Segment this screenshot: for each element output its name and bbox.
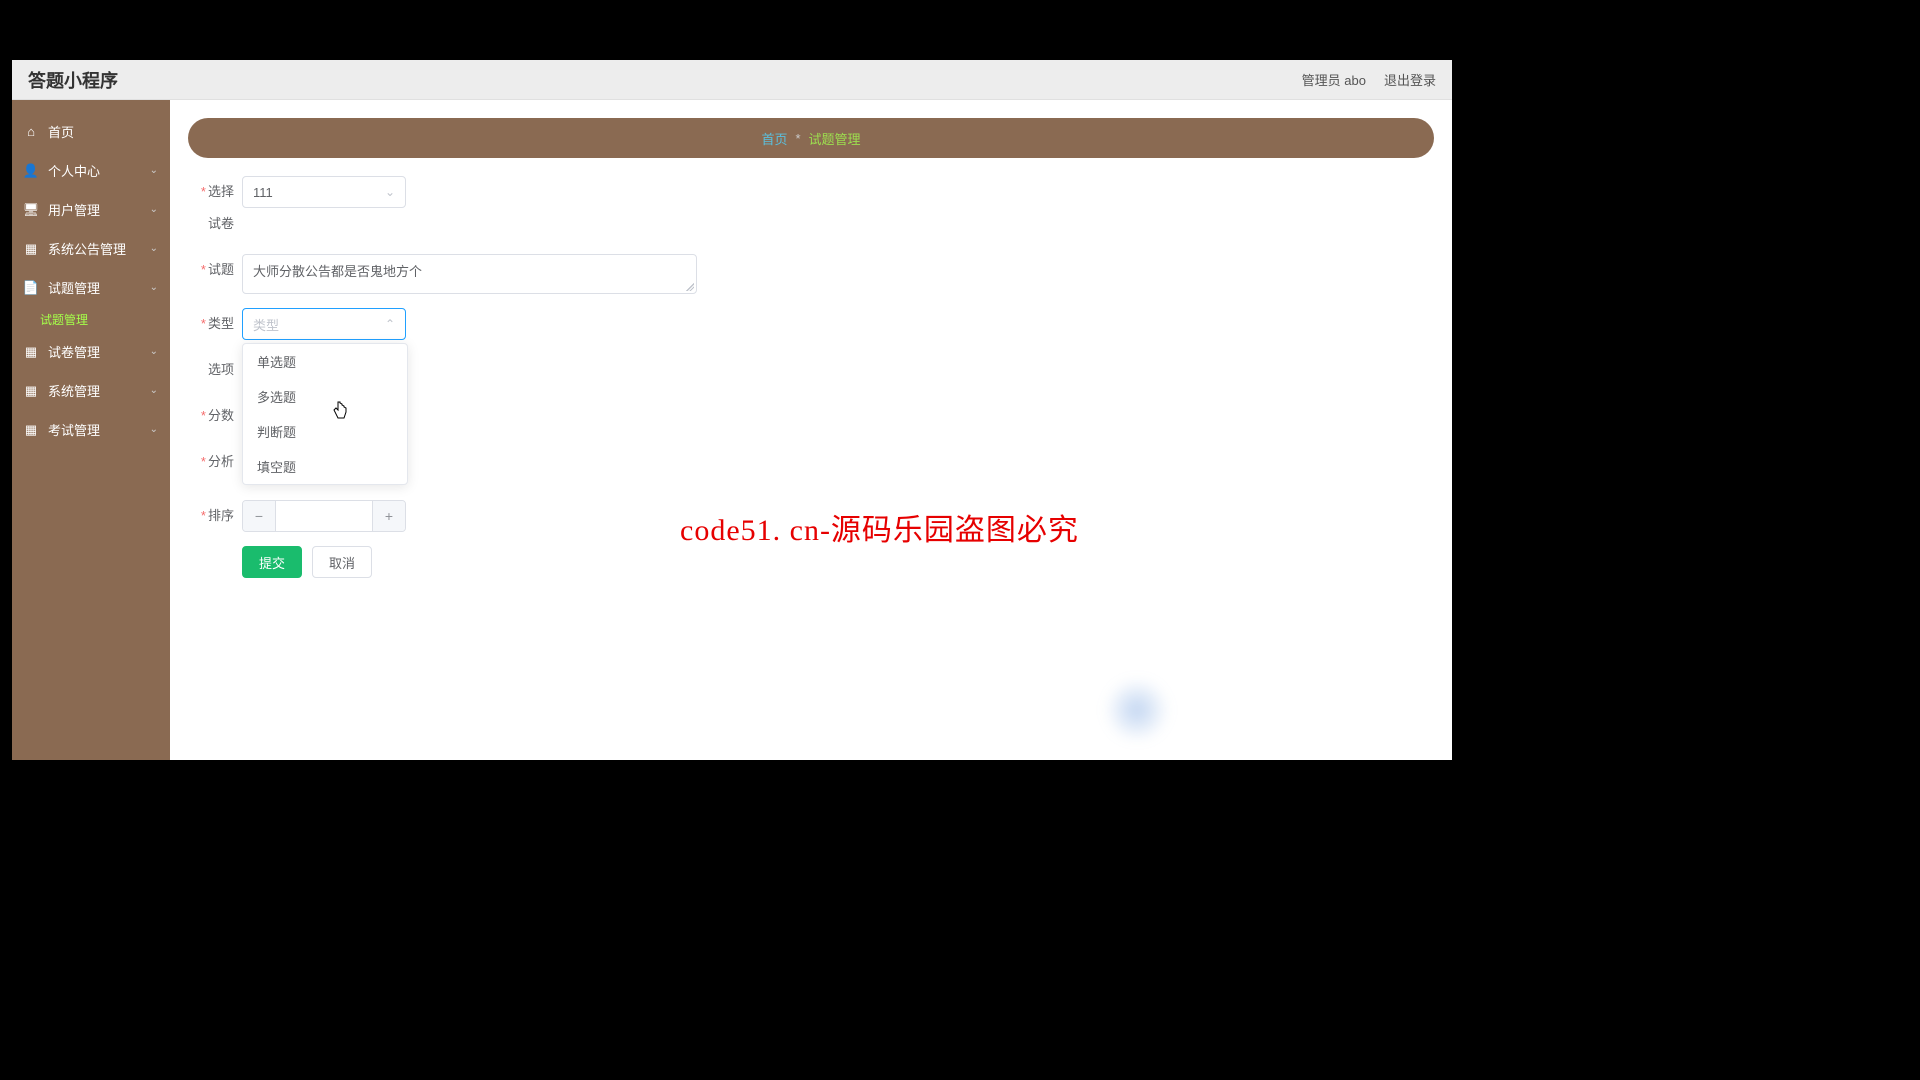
grid-icon: ▦ [24, 423, 38, 437]
sidebar-item-system[interactable]: ▦ 系统管理 ⌄ [12, 371, 170, 410]
sidebar-item-users[interactable]: 🖥 用户管理 ⌄ [12, 190, 170, 229]
select-type-placeholder: 类型 [253, 315, 279, 334]
user-icon: 👤 [24, 164, 38, 178]
chevron-down-icon: ⌄ [150, 204, 158, 215]
sidebar-item-label: 用户管理 [48, 200, 100, 219]
label-options: 选项 [188, 354, 242, 386]
grid-icon: ▦ [24, 384, 38, 398]
type-option-single[interactable]: 单选题 [243, 344, 407, 379]
main-content: 首页 * 试题管理 选择试卷 111 ⌄ 试题 大师分散公告都是否鬼地方个 [170, 100, 1452, 760]
chevron-down-icon: ⌄ [385, 185, 395, 199]
chevron-down-icon: ⌄ [150, 243, 158, 254]
sidebar-item-label: 首页 [48, 122, 74, 141]
type-option-judge[interactable]: 判断题 [243, 414, 407, 449]
label-question: 试题 [188, 254, 242, 286]
select-type[interactable]: 类型 ⌃ 单选题 多选题 判断题 填空题 [242, 308, 406, 340]
label-analysis: 分析 [188, 446, 242, 478]
sidebar-item-exam[interactable]: ▦ 考试管理 ⌄ [12, 410, 170, 449]
sidebar-item-home[interactable]: ⌂ 首页 [12, 112, 170, 151]
sidebar-sub-questions[interactable]: 试题管理 [12, 307, 170, 332]
breadcrumb-current: 试题管理 [809, 129, 861, 148]
monitor-icon: 🖥 [24, 203, 38, 217]
logo-watermark [1102, 680, 1172, 740]
sidebar-item-label: 试题管理 [48, 278, 100, 297]
type-option-multi[interactable]: 多选题 [243, 379, 407, 414]
chevron-down-icon: ⌄ [150, 346, 158, 357]
label-sort: 排序 [188, 500, 242, 532]
sidebar-item-label: 试卷管理 [48, 342, 100, 361]
sidebar-item-label: 个人中心 [48, 161, 100, 180]
sidebar-item-label: 系统管理 [48, 381, 100, 400]
textarea-question[interactable]: 大师分散公告都是否鬼地方个 [242, 254, 697, 294]
sidebar-item-announcements[interactable]: ▦ 系统公告管理 ⌄ [12, 229, 170, 268]
chevron-up-icon: ⌃ [385, 317, 395, 331]
number-sort-value[interactable] [275, 501, 373, 531]
type-option-fill[interactable]: 填空题 [243, 449, 407, 484]
chevron-down-icon: ⌄ [150, 165, 158, 176]
chevron-down-icon: ⌄ [150, 424, 158, 435]
sidebar-item-label: 考试管理 [48, 420, 100, 439]
home-icon: ⌂ [24, 125, 38, 139]
chevron-down-icon: ⌄ [150, 385, 158, 396]
breadcrumb-sep: * [795, 131, 800, 146]
sidebar: ⌂ 首页 👤 个人中心 ⌄ 🖥 用户管理 ⌄ ▦ 系统公告管理 ⌄ 📄 试题管理 [12, 100, 170, 760]
breadcrumb-home[interactable]: 首页 [761, 129, 787, 148]
header-bar: 答题小程序 管理员 abo 退出登录 [12, 60, 1452, 100]
cancel-button[interactable]: 取消 [312, 546, 372, 578]
grid-icon: ▦ [24, 345, 38, 359]
grid-icon: ▦ [24, 242, 38, 256]
watermark-banner: code51. cn-源码乐园盗图必究 [680, 505, 1079, 549]
increase-button[interactable]: + [373, 501, 405, 531]
sidebar-item-questions[interactable]: 📄 试题管理 ⌄ [12, 268, 170, 307]
sidebar-item-papers[interactable]: ▦ 试卷管理 ⌄ [12, 332, 170, 371]
decrease-button[interactable]: − [243, 501, 275, 531]
type-dropdown: 单选题 多选题 判断题 填空题 [242, 343, 408, 485]
select-paper[interactable]: 111 ⌄ [242, 176, 406, 208]
breadcrumb: 首页 * 试题管理 [188, 118, 1434, 158]
logout-link[interactable]: 退出登录 [1384, 70, 1436, 89]
select-paper-value: 111 [253, 185, 273, 200]
admin-label[interactable]: 管理员 abo [1302, 70, 1366, 89]
label-score: 分数 [188, 400, 242, 432]
submit-button[interactable]: 提交 [242, 546, 302, 578]
doc-icon: 📄 [24, 281, 38, 295]
label-type: 类型 [188, 308, 242, 340]
sidebar-item-profile[interactable]: 👤 个人中心 ⌄ [12, 151, 170, 190]
label-paper: 选择试卷 [188, 176, 242, 240]
sidebar-item-label: 系统公告管理 [48, 239, 126, 258]
chevron-down-icon: ⌄ [150, 282, 158, 293]
number-sort[interactable]: − + [242, 500, 406, 532]
app-title: 答题小程序 [28, 67, 118, 93]
